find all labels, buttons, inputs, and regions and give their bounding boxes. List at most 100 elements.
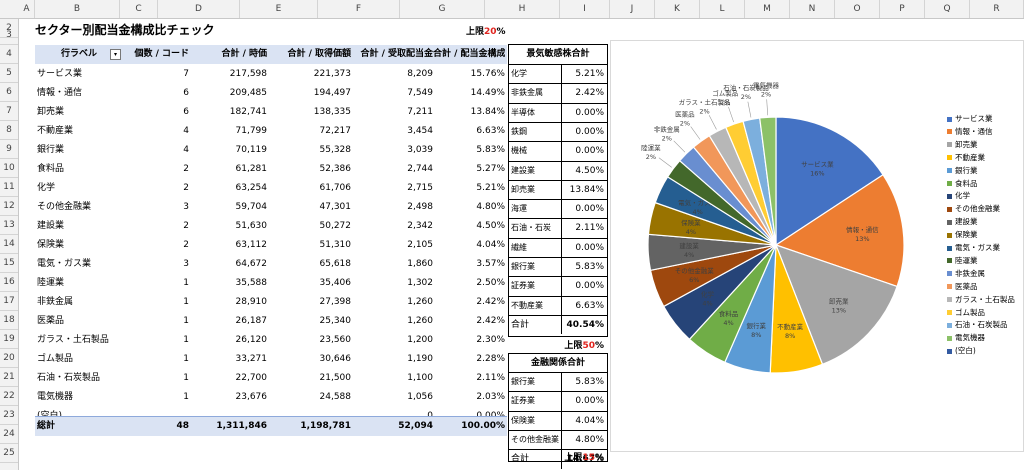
pivot-cell-dividend[interactable]: 1,302 [351, 273, 433, 293]
pivot-cell-market[interactable]: 64,672 [189, 254, 268, 274]
summary-sector-label[interactable]: 保険業 [511, 411, 561, 431]
row-header[interactable]: 4 [0, 45, 18, 64]
pivot-cell-count[interactable]: 2 [121, 235, 189, 255]
column-header[interactable]: G [400, 0, 485, 18]
summary-sector-label[interactable]: 銀行業 [511, 257, 561, 277]
pivot-cell-cost[interactable]: 194,497 [267, 83, 351, 103]
pivot-cell-count[interactable]: 1 [121, 311, 189, 331]
pivot-cell-dividend[interactable]: 7,211 [351, 102, 433, 122]
pivot-cell-label[interactable]: 情報・通信 [37, 83, 121, 103]
row-header[interactable]: 23 [0, 406, 18, 425]
pivot-cell-dividend[interactable]: 1,260 [351, 292, 433, 312]
row-header[interactable]: 21 [0, 368, 18, 387]
pivot-header-cost[interactable]: 合計 / 取得価額 [267, 44, 351, 64]
pivot-cell-dividend[interactable]: 1,200 [351, 330, 433, 350]
legend-entry[interactable]: 卸売業 [947, 140, 978, 150]
pivot-cell-count[interactable]: 7 [121, 64, 189, 84]
summary-sector-value[interactable]: 4.80% [562, 430, 604, 450]
pivot-cell-label[interactable]: 卸売業 [37, 102, 121, 122]
legend-entry[interactable]: 電気・ガス業 [947, 243, 1000, 253]
column-header[interactable]: D [158, 0, 240, 18]
pivot-cell-label[interactable]: ゴム製品 [37, 349, 121, 369]
pivot-cell-market[interactable]: 63,254 [189, 178, 268, 198]
row-header[interactable]: 16 [0, 273, 18, 292]
summary-sector-value[interactable]: 0.00% [562, 276, 604, 296]
summary-sector-label[interactable]: 非鉄金属 [511, 83, 561, 103]
pivot-cell-market[interactable]: 209,485 [189, 83, 267, 103]
pivot-cell-count[interactable]: 3 [121, 197, 189, 217]
legend-entry[interactable]: 医薬品 [947, 282, 978, 292]
legend-entry[interactable]: 陸運業 [947, 256, 978, 266]
pivot-cell-market[interactable]: 182,741 [189, 102, 267, 122]
column-header[interactable]: Q [925, 0, 970, 18]
pivot-cell-ratio[interactable]: 4.04% [433, 235, 505, 255]
legend-entry[interactable]: (空白) [947, 346, 976, 356]
pivot-cell-count[interactable]: 3 [121, 254, 189, 274]
pivot-cell-label[interactable]: 建設業 [37, 216, 121, 236]
pivot-total-dividend[interactable]: 52,094 [351, 416, 433, 436]
summary-sector-value[interactable]: 0.00% [562, 391, 604, 411]
pivot-cell-ratio[interactable]: 2.30% [433, 330, 505, 350]
summary-sector-label[interactable]: その他金融業 [511, 430, 561, 450]
pivot-cell-dividend[interactable]: 1,860 [351, 254, 433, 274]
summary-sector-label[interactable]: 化学 [511, 64, 561, 84]
pivot-cell-cost[interactable]: 221,373 [267, 64, 351, 84]
summary-sector-label[interactable]: 証券業 [511, 391, 561, 411]
pivot-cell-cost[interactable]: 23,560 [267, 330, 352, 350]
pivot-cell-market[interactable]: 22,700 [189, 368, 268, 388]
pivot-cell-cost[interactable]: 30,646 [267, 349, 352, 369]
pivot-cell-label[interactable]: 石油・石炭製品 [37, 368, 121, 388]
summary-sector-value[interactable]: 6.63% [562, 296, 604, 316]
summary-sector-value[interactable]: 13.84% [562, 180, 604, 200]
pivot-cell-market[interactable]: 70,119 [189, 140, 268, 160]
pivot-cell-ratio[interactable]: 2.11% [433, 368, 505, 388]
pivot-cell-ratio[interactable]: 6.63% [433, 121, 505, 141]
pivot-cell-market[interactable]: 217,598 [189, 64, 267, 84]
pivot-cell-dividend[interactable]: 2,744 [351, 159, 433, 179]
pivot-cell-ratio[interactable]: 2.50% [433, 273, 505, 293]
pivot-cell-cost[interactable]: 61,706 [267, 178, 352, 198]
pivot-cell-ratio[interactable]: 13.84% [433, 102, 505, 122]
summary-sector-value[interactable]: 0.00% [562, 122, 604, 142]
legend-entry[interactable]: 石油・石炭製品 [947, 320, 1008, 330]
legend-entry[interactable]: 非鉄金属 [947, 269, 985, 279]
pivot-cell-dividend[interactable]: 2,715 [351, 178, 433, 198]
column-header[interactable]: L [700, 0, 745, 18]
pivot-cell-cost[interactable]: 50,272 [267, 216, 352, 236]
row-header[interactable]: 18 [0, 311, 18, 330]
pivot-cell-count[interactable]: 2 [121, 216, 189, 236]
pivot-cell-label[interactable]: 電気・ガス業 [37, 254, 121, 274]
pivot-header-ratio[interactable]: 合計 / 配当金構成比 [433, 44, 505, 64]
pivot-cell-count[interactable]: 6 [121, 83, 189, 103]
legend-entry[interactable]: ゴム製品 [947, 308, 985, 318]
pivot-cell-market[interactable]: 23,676 [189, 387, 268, 407]
pivot-header-market[interactable]: 合計 / 時価 [189, 44, 267, 64]
row-header[interactable]: 22 [0, 387, 18, 406]
pivot-cell-count[interactable]: 4 [121, 121, 189, 141]
row-header[interactable]: 13 [0, 216, 18, 235]
legend-entry[interactable]: 保険業 [947, 230, 978, 240]
pivot-cell-label[interactable]: 不動産業 [37, 121, 121, 141]
summary-sector-label[interactable]: 石油・石炭 [511, 218, 561, 238]
pivot-cell-market[interactable]: 71,799 [189, 121, 268, 141]
pivot-cell-count[interactable]: 1 [121, 292, 189, 312]
column-header[interactable]: M [745, 0, 790, 18]
pivot-cell-market[interactable]: 26,187 [189, 311, 268, 331]
summary-sector-value[interactable]: 4.04% [562, 411, 604, 431]
legend-entry[interactable]: その他金融業 [947, 204, 1000, 214]
pivot-cell-ratio[interactable]: 5.83% [433, 140, 505, 160]
summary-sector-value[interactable]: 0.00% [562, 199, 604, 219]
column-header[interactable]: B [35, 0, 120, 18]
pivot-cell-market[interactable]: 63,112 [189, 235, 268, 255]
column-header[interactable]: O [835, 0, 880, 18]
column-header[interactable]: A [19, 0, 35, 18]
row-header[interactable]: 17 [0, 292, 18, 311]
pivot-cell-label[interactable]: ガラス・土石製品 [37, 330, 121, 350]
summary-sector-value[interactable]: 5.83% [562, 257, 604, 277]
row-header[interactable]: 5 [0, 64, 18, 83]
summary-sector-label[interactable]: 不動産業 [511, 296, 561, 316]
row-header[interactable]: 6 [0, 83, 18, 102]
pivot-header-row-label[interactable]: 行ラベル [61, 44, 97, 64]
pivot-cell-label[interactable]: 銀行業 [37, 140, 121, 160]
pivot-cell-count[interactable]: 1 [121, 368, 189, 388]
